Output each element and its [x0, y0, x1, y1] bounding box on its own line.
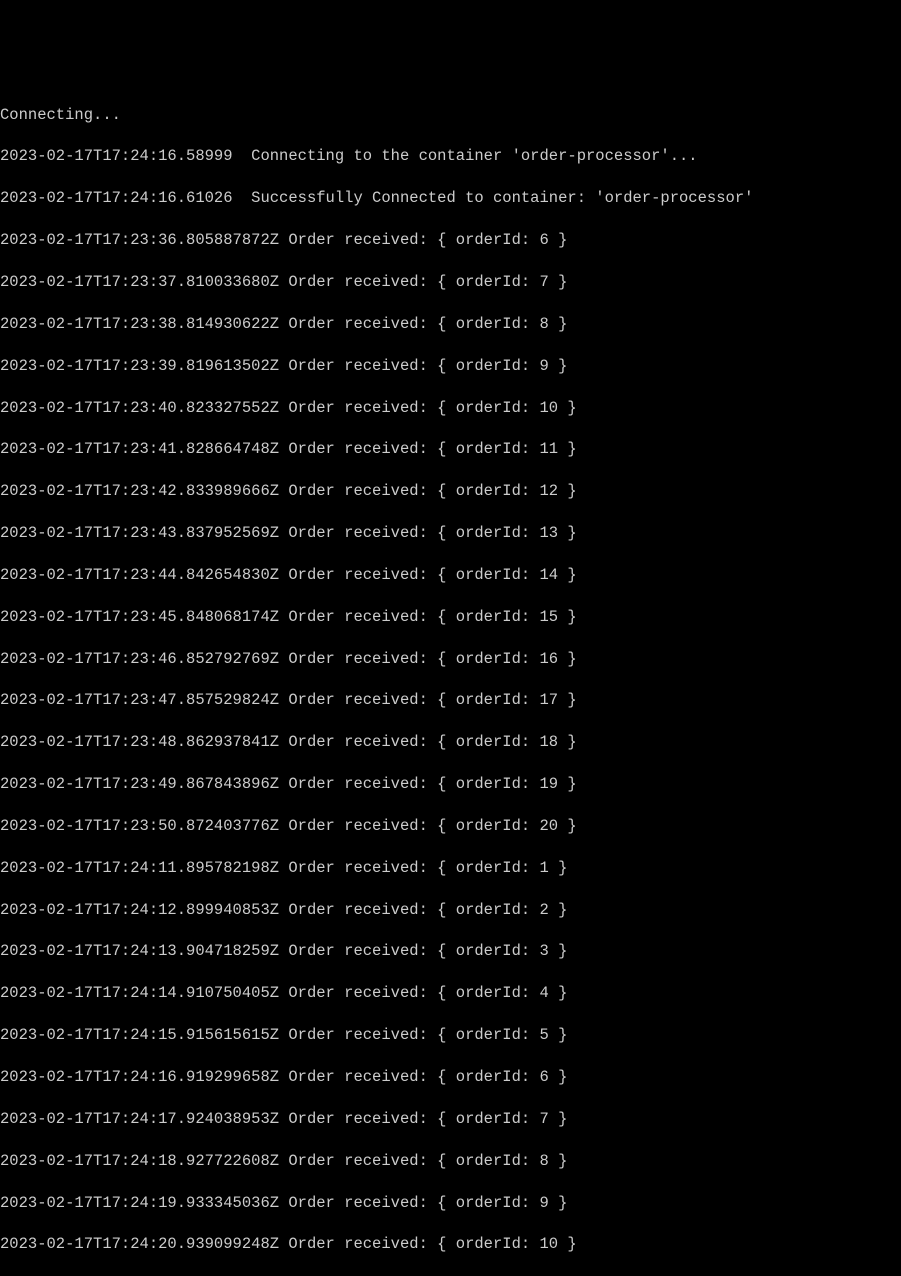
log-line: 2023-02-17T17:24:16.58999 Connecting to …	[0, 146, 901, 167]
log-line: 2023-02-17T17:23:40.823327552Z Order rec…	[0, 398, 901, 419]
log-line: 2023-02-17T17:23:48.862937841Z Order rec…	[0, 732, 901, 753]
log-line: 2023-02-17T17:23:45.848068174Z Order rec…	[0, 607, 901, 628]
log-line: 2023-02-17T17:23:47.857529824Z Order rec…	[0, 690, 901, 711]
log-line: 2023-02-17T17:24:13.904718259Z Order rec…	[0, 941, 901, 962]
log-line: 2023-02-17T17:24:16.61026 Successfully C…	[0, 188, 901, 209]
log-line: 2023-02-17T17:24:18.927722608Z Order rec…	[0, 1151, 901, 1172]
log-line: 2023-02-17T17:23:46.852792769Z Order rec…	[0, 649, 901, 670]
log-line: 2023-02-17T17:24:17.924038953Z Order rec…	[0, 1109, 901, 1130]
log-line: 2023-02-17T17:24:15.915615615Z Order rec…	[0, 1025, 901, 1046]
log-line: 2023-02-17T17:24:11.895782198Z Order rec…	[0, 858, 901, 879]
log-line: Connecting...	[0, 105, 901, 126]
log-line: 2023-02-17T17:24:12.899940853Z Order rec…	[0, 900, 901, 921]
log-line: 2023-02-17T17:23:36.805887872Z Order rec…	[0, 230, 901, 251]
log-line: 2023-02-17T17:23:37.810033680Z Order rec…	[0, 272, 901, 293]
log-line: 2023-02-17T17:23:43.837952569Z Order rec…	[0, 523, 901, 544]
terminal-output: Connecting... 2023-02-17T17:24:16.58999 …	[0, 84, 901, 1276]
log-line: 2023-02-17T17:23:38.814930622Z Order rec…	[0, 314, 901, 335]
log-line: 2023-02-17T17:24:14.910750405Z Order rec…	[0, 983, 901, 1004]
log-line: 2023-02-17T17:24:16.919299658Z Order rec…	[0, 1067, 901, 1088]
log-line: 2023-02-17T17:23:44.842654830Z Order rec…	[0, 565, 901, 586]
log-line: 2023-02-17T17:24:19.933345036Z Order rec…	[0, 1193, 901, 1214]
log-line: 2023-02-17T17:23:42.833989666Z Order rec…	[0, 481, 901, 502]
log-line: 2023-02-17T17:23:39.819613502Z Order rec…	[0, 356, 901, 377]
log-line: 2023-02-17T17:23:41.828664748Z Order rec…	[0, 439, 901, 460]
log-line: 2023-02-17T17:23:49.867843896Z Order rec…	[0, 774, 901, 795]
log-line: 2023-02-17T17:24:20.939099248Z Order rec…	[0, 1234, 901, 1255]
log-line: 2023-02-17T17:23:50.872403776Z Order rec…	[0, 816, 901, 837]
